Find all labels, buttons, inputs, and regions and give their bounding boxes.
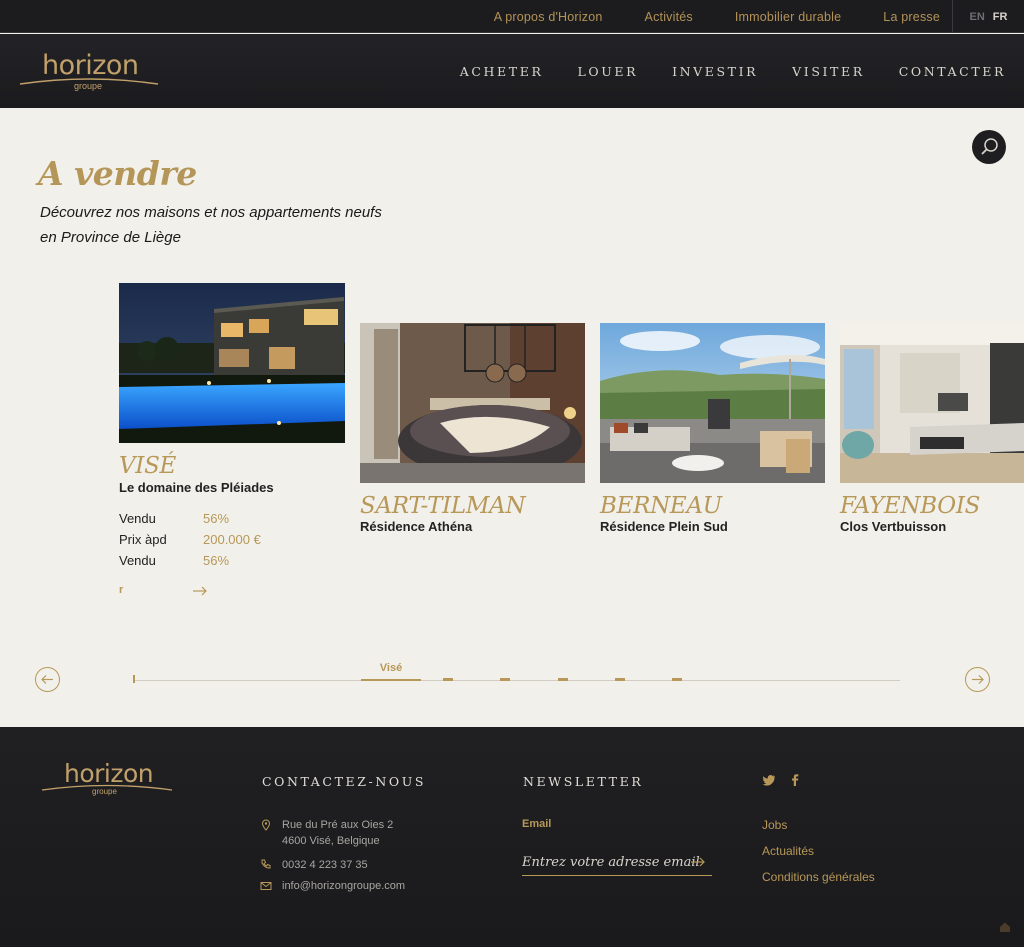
intro-text: Découvrez nos maisons et nos appartement…	[40, 200, 440, 250]
listing-card-vise[interactable]: VISÉ Le domaine des Pléiades	[119, 283, 345, 503]
nav-acheter[interactable]: ACHETER	[460, 64, 544, 79]
mail-icon	[260, 882, 272, 890]
more-link[interactable]: r	[119, 584, 209, 600]
intro-line-2: en Province de Liège	[40, 229, 181, 246]
footer-link-actualites[interactable]: Actualités	[762, 844, 814, 858]
footer: horizon groupe CONTACTEZ-NOUS Rue du Pré…	[0, 727, 1024, 947]
nav-link-activites[interactable]: Activités	[645, 10, 693, 24]
listing-image-vise[interactable]	[119, 283, 345, 443]
footer-link-conditions[interactable]: Conditions générales	[762, 870, 875, 884]
arrow-right-icon	[972, 675, 984, 684]
listing-card-sart-tilman[interactable]: SART-TILMAN Résidence Athéna	[360, 323, 585, 538]
slider-dot[interactable]	[672, 678, 682, 681]
slider-dot[interactable]	[443, 678, 453, 681]
listing-slider-nav: Visé	[0, 650, 1024, 710]
slider-active-segment[interactable]	[361, 679, 421, 681]
newsletter-heading: NEWSLETTER	[523, 774, 644, 789]
listing-name[interactable]: Clos Vertbuisson	[840, 519, 946, 534]
listing-card-fayenbois[interactable]: FAYENBOIS Clos Vertbuisson	[840, 323, 1024, 538]
newsletter-submit-arrow-icon[interactable]	[690, 856, 706, 868]
search-icon	[981, 138, 998, 155]
stat-label: Prix àpd	[119, 532, 167, 547]
listing-city[interactable]: SART-TILMAN	[360, 493, 526, 519]
stat-value: 56%	[203, 511, 230, 526]
slider-dot[interactable]	[500, 678, 510, 681]
footer-logo[interactable]: horizon groupe	[40, 757, 174, 801]
more-link-label: r	[119, 584, 124, 596]
arrow-left-icon	[41, 675, 53, 684]
listing-city[interactable]: VISÉ	[119, 453, 176, 479]
footer-logo-sub: groupe	[92, 787, 117, 796]
listing-name[interactable]: Le domaine des Pléiades	[119, 480, 274, 495]
address-line-2: 4600 Visé, Belgique	[282, 835, 380, 847]
email-address[interactable]: info@horizongroupe.com	[282, 878, 405, 894]
listing-card-berneau[interactable]: BERNEAU Résidence Plein Sud	[600, 323, 825, 538]
slider-next-button[interactable]	[965, 667, 990, 692]
home-icon[interactable]	[998, 920, 1012, 934]
slider-dot[interactable]	[615, 678, 625, 681]
address-line-1: Rue du Pré aux Oies 2	[282, 819, 394, 831]
nav-link-presse[interactable]: La presse	[883, 10, 940, 24]
phone-icon	[261, 859, 271, 869]
stat-value: 200.000 €	[203, 532, 261, 547]
listing-image-sart-tilman[interactable]	[360, 323, 585, 483]
listing-image-berneau[interactable]	[600, 323, 825, 483]
intro-line-1: Découvrez nos maisons et nos appartement…	[40, 204, 382, 221]
slider-dot[interactable]	[558, 678, 568, 681]
top-bar: A propos d'Horizon Activités Immobilier …	[0, 0, 1024, 33]
slider-active-label[interactable]: Visé	[361, 662, 421, 674]
page-title: A vendre	[38, 154, 197, 193]
facebook-icon[interactable]	[788, 773, 802, 787]
search-button[interactable]	[972, 130, 1006, 164]
lang-en[interactable]: EN	[970, 11, 985, 23]
main-nav: ACHETER LOUER INVESTIR VISITER CONTACTER	[426, 34, 1006, 108]
arrow-right-icon	[193, 586, 207, 596]
slider-track	[134, 680, 900, 681]
listing-image-fayenbois[interactable]	[840, 323, 1024, 483]
nav-link-about[interactable]: A propos d'Horizon	[494, 10, 603, 24]
stat-label: Vendu	[119, 511, 156, 526]
stat-row: Vendu 56%	[119, 550, 261, 571]
listing-stats: Vendu 56% Prix àpd 200.000 € Vendu 56%	[119, 508, 261, 571]
main-header: horizon groupe ACHETER LOUER INVESTIR VI…	[0, 34, 1024, 108]
logo-sub: groupe	[74, 81, 103, 91]
listing-city[interactable]: FAYENBOIS	[840, 493, 980, 519]
stat-label: Vendu	[119, 553, 156, 568]
nav-investir[interactable]: INVESTIR	[672, 64, 758, 79]
contact-heading: CONTACTEZ-NOUS	[262, 774, 427, 789]
language-switcher: EN FR	[952, 0, 1024, 33]
nav-visiter[interactable]: VISITER	[792, 64, 865, 79]
listing-name[interactable]: Résidence Plein Sud	[600, 519, 728, 534]
logo[interactable]: horizon groupe	[18, 48, 160, 96]
phone-number[interactable]: 0032 4 223 37 35	[282, 857, 368, 873]
location-pin-icon	[261, 819, 271, 831]
footer-link-jobs[interactable]: Jobs	[762, 818, 787, 832]
nav-contacter[interactable]: CONTACTER	[899, 64, 1006, 79]
slider-prev-button[interactable]	[35, 667, 60, 692]
stat-row: Vendu 56%	[119, 508, 261, 529]
listing-name[interactable]: Résidence Athéna	[360, 519, 472, 534]
nav-link-immobilier-durable[interactable]: Immobilier durable	[735, 10, 841, 24]
twitter-icon[interactable]	[762, 773, 776, 787]
email-label: Email	[522, 818, 552, 830]
nav-louer[interactable]: LOUER	[577, 64, 638, 79]
lang-fr[interactable]: FR	[993, 11, 1008, 23]
stat-row: Prix àpd 200.000 €	[119, 529, 261, 550]
listing-city[interactable]: BERNEAU	[600, 493, 722, 519]
secondary-nav: A propos d'Horizon Activités Immobilier …	[452, 0, 940, 33]
slider-start-marker	[133, 675, 135, 683]
newsletter-email-input[interactable]	[522, 850, 712, 876]
stat-value: 56%	[203, 553, 230, 568]
